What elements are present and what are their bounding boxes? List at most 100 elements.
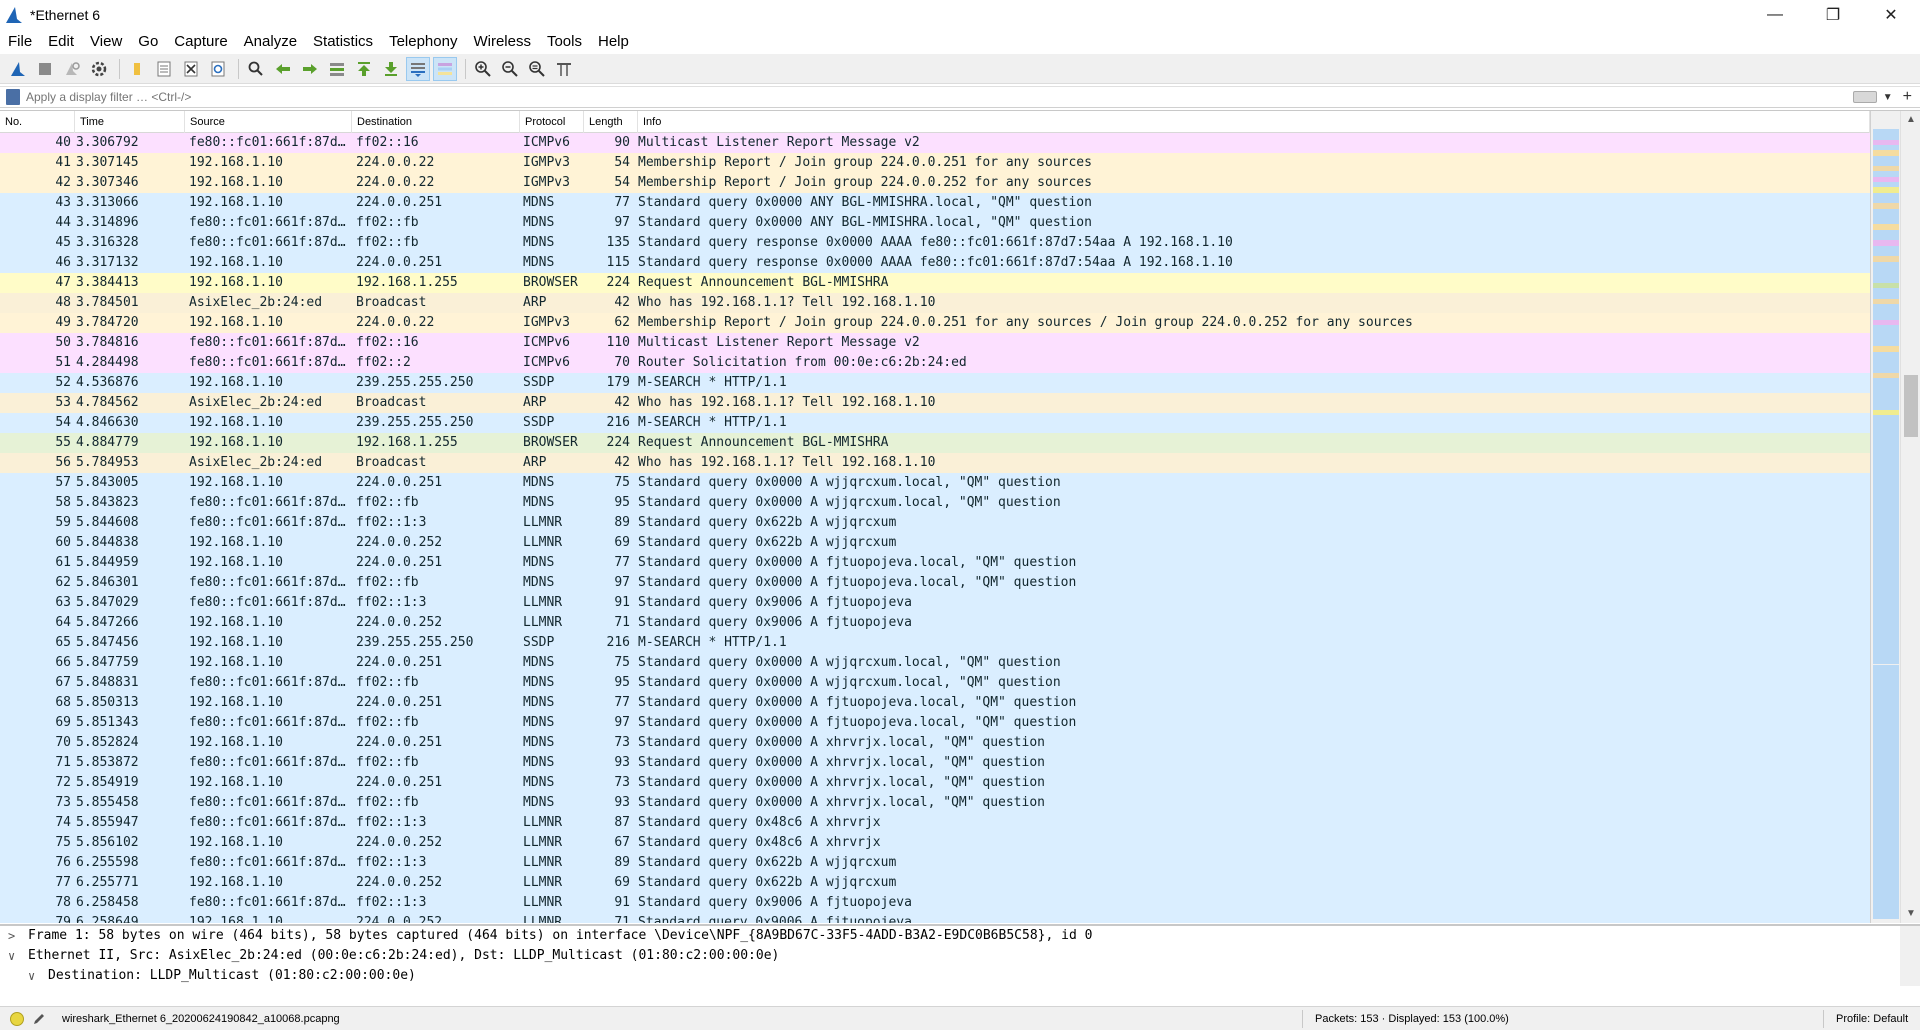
packet-row[interactable]: 42 3.307346 192.168.1.10 224.0.0.22 IGMPv3 54… (0, 173, 1870, 193)
zoom-in-icon[interactable] (471, 57, 495, 81)
packet-minimap[interactable] (1870, 111, 1900, 923)
packet-row[interactable]: 59 5.844608 fe80::fc01:661f:87d… ff02::1:3 L… (0, 513, 1870, 533)
filter-dropdown-icon[interactable]: ▼ (1883, 92, 1893, 103)
packet-row[interactable]: 48 3.784501 AsixElec_2b:24:ed Broadcast ARP 4… (0, 293, 1870, 313)
menu-file[interactable]: File (0, 30, 40, 54)
column-header-no[interactable]: No. (0, 111, 75, 133)
packet-row[interactable]: 56 5.784953 AsixElec_2b:24:ed Broadcast ARP 4… (0, 453, 1870, 473)
packet-row[interactable]: 51 4.284498 fe80::fc01:661f:87d… ff02::2 ICM… (0, 353, 1870, 373)
detail-tree-row[interactable]: ∨ Ethernet II, Src: AsixElec_2b:24:ed (00… (0, 946, 1920, 966)
autoscroll-icon[interactable] (406, 56, 430, 81)
column-header-info[interactable]: Info (638, 111, 1870, 133)
packet-row[interactable]: 77 6.255771 192.168.1.10 224.0.0.252 LLMNR 69… (0, 873, 1870, 893)
go-back-icon[interactable] (271, 57, 295, 81)
packet-row[interactable]: 54 4.846630 192.168.1.10 239.255.255.250 SSD… (0, 413, 1870, 433)
close-file-icon[interactable] (179, 57, 203, 81)
packet-row[interactable]: 78 6.258458 fe80::fc01:661f:87d… ff02::1:3 L… (0, 893, 1870, 913)
packet-row[interactable]: 52 4.536876 192.168.1.10 239.255.255.250 SSD… (0, 373, 1870, 393)
status-profile[interactable]: Profile: Default (1824, 1013, 1908, 1025)
save-file-icon[interactable] (152, 57, 176, 81)
collapse-arrow-icon[interactable]: ∨ (8, 946, 28, 966)
packet-list-scrollbar[interactable]: ▲ ▼ (1900, 111, 1920, 923)
last-packet-icon[interactable] (379, 57, 403, 81)
close-button[interactable]: ✕ (1862, 0, 1920, 30)
packet-row[interactable]: 64 5.847266 192.168.1.10 224.0.0.252 LLMNR 71… (0, 613, 1870, 633)
detail-tree-row[interactable]: ∨ Destination: LLDP_Multicast (01:80:c2:0… (0, 966, 1920, 986)
packet-row[interactable]: 74 5.855947 fe80::fc01:661f:87d… ff02::1:3 L… (0, 813, 1870, 833)
menu-capture[interactable]: Capture (166, 30, 235, 54)
column-header-source[interactable]: Source (185, 111, 352, 133)
column-header-length[interactable]: Length (584, 111, 638, 133)
display-filter-input[interactable] (26, 88, 1853, 106)
packet-row[interactable]: 73 5.855458 fe80::fc01:661f:87d… ff02::fb MD… (0, 793, 1870, 813)
bookmark-icon[interactable] (6, 89, 20, 105)
packet-row[interactable]: 55 4.884779 192.168.1.10 192.168.1.255 BROWS… (0, 433, 1870, 453)
go-to-packet-icon[interactable] (325, 57, 349, 81)
packet-row[interactable]: 72 5.854919 192.168.1.10 224.0.0.251 MDNS 73 S… (0, 773, 1870, 793)
zoom-out-icon[interactable] (498, 57, 522, 81)
menu-edit[interactable]: Edit (40, 30, 82, 54)
packet-row[interactable]: 63 5.847029 fe80::fc01:661f:87d… ff02::1:3 L… (0, 593, 1870, 613)
packet-row[interactable]: 40 3.306792 fe80::fc01:661f:87d… ff02::16 IC… (0, 133, 1870, 153)
menu-help[interactable]: Help (590, 30, 637, 54)
resize-columns-icon[interactable] (552, 57, 576, 81)
options-gear-icon[interactable] (87, 57, 111, 81)
packet-row[interactable]: 47 3.384413 192.168.1.10 192.168.1.255 BROWS… (0, 273, 1870, 293)
capture-comment-icon[interactable] (32, 1012, 46, 1026)
packet-row[interactable]: 43 3.313066 192.168.1.10 224.0.0.251 MDNS 77 S… (0, 193, 1870, 213)
packet-row[interactable]: 65 5.847456 192.168.1.10 239.255.255.250 SSD… (0, 633, 1870, 653)
menu-statistics[interactable]: Statistics (305, 30, 381, 54)
packet-row[interactable]: 60 5.844838 192.168.1.10 224.0.0.252 LLMNR 69… (0, 533, 1870, 553)
packet-row[interactable]: 70 5.852824 192.168.1.10 224.0.0.251 MDNS 73 S… (0, 733, 1870, 753)
packet-row[interactable]: 45 3.316328 fe80::fc01:661f:87d… ff02::fb MD… (0, 233, 1870, 253)
packet-row[interactable]: 46 3.317132 192.168.1.10 224.0.0.251 MDNS 115… (0, 253, 1870, 273)
packet-row[interactable]: 61 5.844959 192.168.1.10 224.0.0.251 MDNS 77 S… (0, 553, 1870, 573)
detail-tree-row[interactable]: > Frame 1: 58 bytes on wire (464 bits), 5… (0, 926, 1920, 946)
packet-row[interactable]: 44 3.314896 fe80::fc01:661f:87d… ff02::fb MD… (0, 213, 1870, 233)
go-forward-icon[interactable] (298, 57, 322, 81)
menu-wireless[interactable]: Wireless (465, 30, 539, 54)
minimize-button[interactable]: — (1746, 0, 1804, 30)
column-header-time[interactable]: Time (75, 111, 185, 133)
collapse-arrow-icon[interactable]: ∨ (28, 966, 48, 986)
shark-fin-start-icon[interactable] (6, 57, 30, 81)
menu-telephony[interactable]: Telephony (381, 30, 465, 54)
packet-row[interactable]: 62 5.846301 fe80::fc01:661f:87d… ff02::fb MD… (0, 573, 1870, 593)
scroll-down-icon[interactable]: ▼ (1901, 905, 1920, 923)
normal-size-icon[interactable] (525, 57, 549, 81)
packet-row[interactable]: 66 5.847759 192.168.1.10 224.0.0.251 MDNS 75 S… (0, 653, 1870, 673)
column-header-protocol[interactable]: Protocol (520, 111, 584, 133)
maximize-button[interactable]: ❐ (1804, 0, 1862, 30)
expert-info-led-icon[interactable] (10, 1011, 24, 1026)
packet-row[interactable]: 79 6.258649 192.168.1.10 224.0.0.252 LLMNR 71… (0, 913, 1870, 923)
menu-tools[interactable]: Tools (539, 30, 590, 54)
open-folder-icon[interactable] (125, 57, 149, 81)
find-icon[interactable] (244, 57, 268, 81)
stop-icon[interactable] (33, 57, 57, 81)
apply-filter-arrow-icon[interactable] (1852, 91, 1877, 103)
menu-view[interactable]: View (82, 30, 130, 54)
packet-row[interactable]: 69 5.851343 fe80::fc01:661f:87d… ff02::fb MD… (0, 713, 1870, 733)
column-header-destination[interactable]: Destination (352, 111, 520, 133)
reload-icon[interactable] (206, 57, 230, 81)
packet-row[interactable]: 68 5.850313 192.168.1.10 224.0.0.251 MDNS 77 S… (0, 693, 1870, 713)
add-filter-button-icon[interactable]: + (1903, 88, 1912, 106)
expand-arrow-icon[interactable]: > (8, 926, 28, 946)
menu-go[interactable]: Go (130, 30, 166, 54)
packet-row[interactable]: 58 5.843823 fe80::fc01:661f:87d… ff02::fb MD… (0, 493, 1870, 513)
packet-row[interactable]: 76 6.255598 fe80::fc01:661f:87d… ff02::1:3 L… (0, 853, 1870, 873)
packet-row[interactable]: 67 5.848831 fe80::fc01:661f:87d… ff02::fb MD… (0, 673, 1870, 693)
menu-analyze[interactable]: Analyze (236, 30, 305, 54)
scroll-thumb[interactable] (1904, 375, 1918, 437)
packet-row[interactable]: 75 5.856102 192.168.1.10 224.0.0.252 LLMNR 67… (0, 833, 1870, 853)
packet-row[interactable]: 49 3.784720 192.168.1.10 224.0.0.22 IGMPv3 62… (0, 313, 1870, 333)
restart-icon[interactable] (60, 57, 84, 81)
packet-row[interactable]: 41 3.307145 192.168.1.10 224.0.0.22 IGMPv3 54… (0, 153, 1870, 173)
colorize-icon[interactable] (433, 56, 457, 81)
packet-row[interactable]: 71 5.853872 fe80::fc01:661f:87d… ff02::fb MD… (0, 753, 1870, 773)
packet-row[interactable]: 50 3.784816 fe80::fc01:661f:87d… ff02::16 IC… (0, 333, 1870, 353)
scroll-up-icon[interactable]: ▲ (1901, 111, 1920, 129)
details-scrollbar[interactable] (1900, 926, 1920, 986)
packet-row[interactable]: 53 4.784562 AsixElec_2b:24:ed Broadcast ARP 4… (0, 393, 1870, 413)
packet-row[interactable]: 57 5.843005 192.168.1.10 224.0.0.251 MDNS 75 S… (0, 473, 1870, 493)
